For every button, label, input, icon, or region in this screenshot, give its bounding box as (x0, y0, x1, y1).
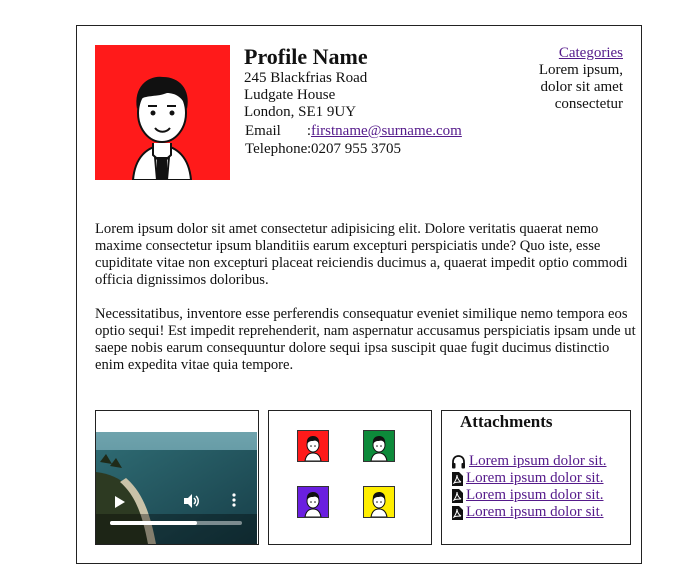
video-progress-fill (110, 521, 198, 525)
profile-avatar (95, 45, 230, 180)
more-options-icon[interactable] (232, 493, 236, 507)
address-line: Ludgate House (244, 87, 336, 103)
body-paragraph: Necessitatibus, inventore esse perferend… (95, 306, 636, 373)
attachments-list: Lorem ipsum dolor sit. Lorem ipsum dolor… (451, 453, 607, 521)
thumbnail[interactable] (363, 486, 395, 518)
thumbnail[interactable] (297, 486, 329, 518)
pdf-file-icon (452, 505, 463, 520)
pdf-file-icon (452, 488, 463, 503)
attachments-title: Attachments (460, 412, 553, 431)
categories-text: Lorem ipsum, dolor sit amet consectetur (538, 62, 623, 112)
attachment-link[interactable]: Lorem ipsum dolor sit. (466, 487, 604, 504)
email-link[interactable]: firstname@surname.com (311, 122, 462, 140)
attachment-item: Lorem ipsum dolor sit. (451, 504, 607, 521)
address-line: 245 Blackfrias Road (244, 70, 368, 86)
address-block: 245 Blackfrias Road Ludgate House London… (244, 70, 367, 121)
contact-table: Email : firstname@surname.com Telephone … (245, 122, 462, 158)
address-line: London, SE1 9UY (244, 104, 357, 120)
headphones-icon (452, 454, 465, 468)
thumbnail[interactable] (297, 430, 329, 462)
person-avatar-icon (370, 492, 388, 517)
email-label: Email (245, 123, 281, 139)
body-paragraph: Lorem ipsum dolor sit amet consectetur a… (95, 221, 628, 288)
person-avatar-icon (304, 436, 322, 461)
attachment-link[interactable]: Lorem ipsum dolor sit. (469, 453, 607, 470)
pdf-file-icon (452, 471, 463, 486)
thumbnail[interactable] (363, 430, 395, 462)
person-avatar-icon (131, 76, 193, 180)
phone-value: 0207 955 3705 (311, 141, 401, 157)
video-progress-track[interactable] (110, 521, 242, 525)
gallery-box (268, 410, 432, 545)
email-sep: : (306, 123, 311, 139)
attachment-link[interactable]: Lorem ipsum dolor sit. (466, 504, 604, 521)
volume-icon[interactable] (184, 494, 200, 508)
attachment-link[interactable]: Lorem ipsum dolor sit. (466, 470, 604, 487)
attachment-item: Lorem ipsum dolor sit. (451, 487, 607, 504)
video-player[interactable] (96, 432, 257, 544)
categories-link[interactable]: Categories (559, 45, 623, 61)
phone-label: Telephone (245, 141, 308, 157)
person-avatar-icon (370, 436, 388, 461)
attachment-item: Lorem ipsum dolor sit. (451, 470, 607, 487)
video-frame (96, 432, 257, 544)
profile-name: Profile Name (244, 44, 368, 69)
person-avatar-icon (304, 492, 322, 517)
categories-panel: Categories Lorem ipsum, dolor sit amet c… (523, 45, 623, 113)
play-icon[interactable] (114, 496, 126, 508)
attachment-item: Lorem ipsum dolor sit. (451, 453, 607, 470)
